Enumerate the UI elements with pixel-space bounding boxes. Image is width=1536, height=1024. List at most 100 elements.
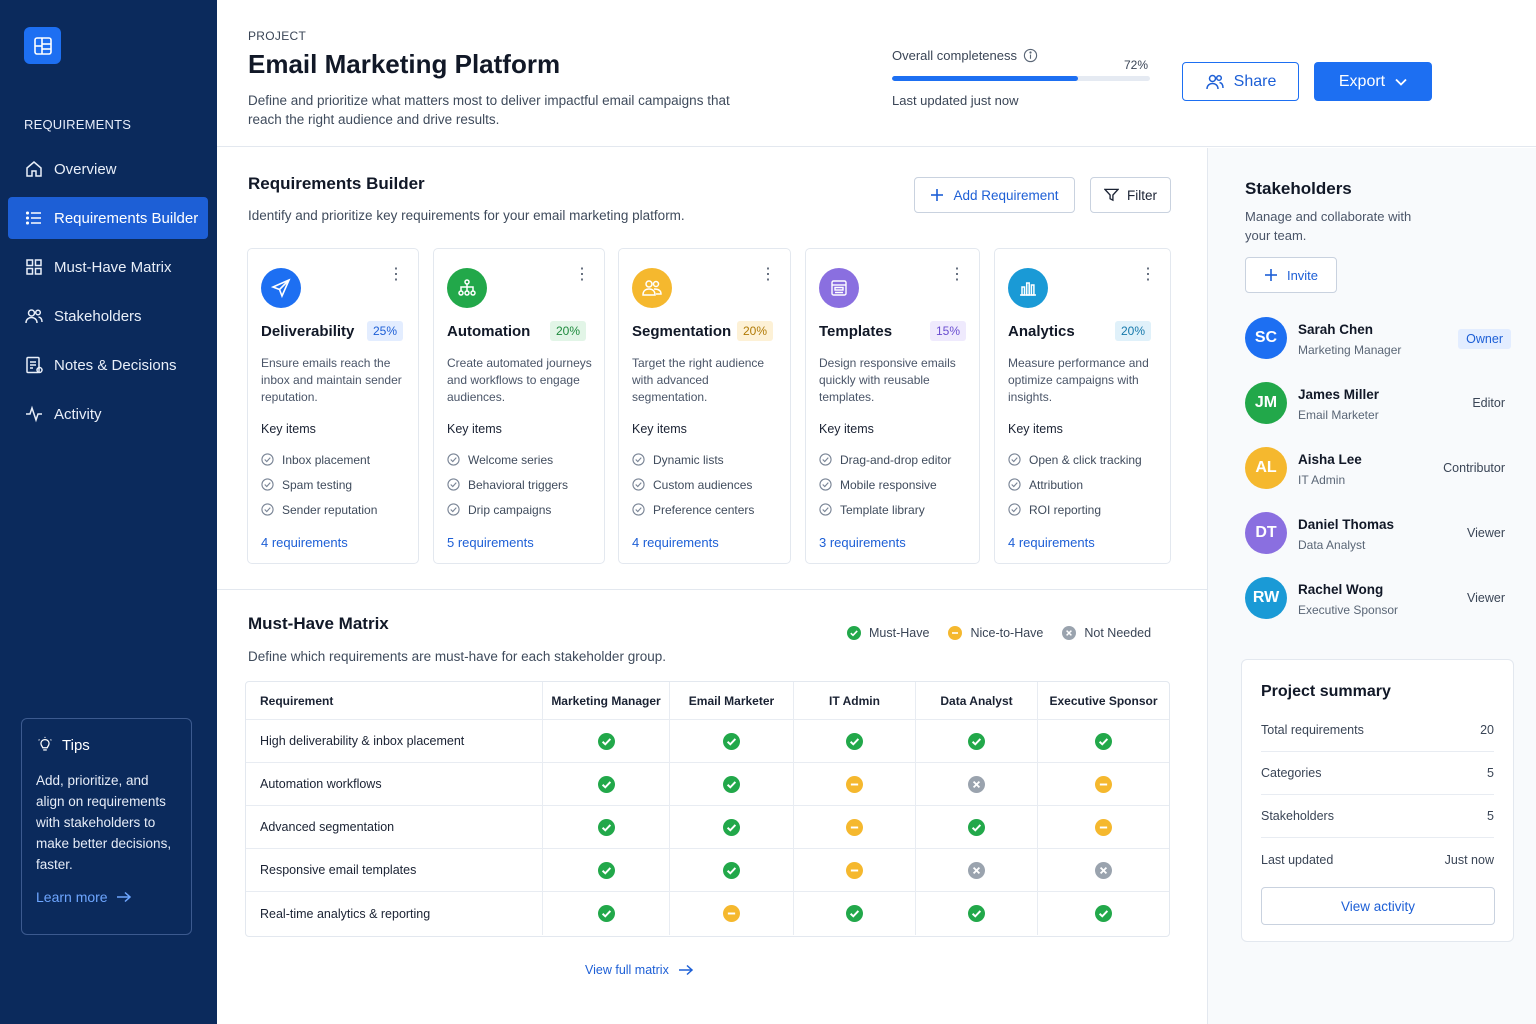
minus-circle-icon xyxy=(846,775,863,793)
info-icon[interactable] xyxy=(1023,48,1038,63)
matrix-cell-must[interactable] xyxy=(670,849,794,891)
stakeholder-role: Marketing Manager xyxy=(1298,343,1402,357)
sidebar-item-must-have-matrix[interactable]: Must-Have Matrix xyxy=(8,246,208,288)
matrix-cell-must[interactable] xyxy=(670,806,794,848)
stakeholder-item[interactable]: AL Aisha Lee IT Admin Contributor xyxy=(1245,447,1515,512)
matrix-cell-nice[interactable] xyxy=(794,806,916,848)
notes-icon xyxy=(26,356,43,374)
requirement-card-automation[interactable]: ⋮ Automation 20% Create automated journe… xyxy=(433,248,605,564)
matrix-cell-none[interactable] xyxy=(1038,849,1169,891)
permission-badge[interactable]: Viewer xyxy=(1467,526,1505,540)
requirements-count-link[interactable]: 4 requirements xyxy=(261,535,348,550)
sidebar-item-requirements-builder[interactable]: Requirements Builder xyxy=(8,197,208,239)
matrix-cell-must[interactable] xyxy=(543,763,670,805)
permission-badge[interactable]: Editor xyxy=(1472,396,1505,410)
matrix-cell-none[interactable] xyxy=(916,849,1038,891)
matrix-cell-must[interactable] xyxy=(794,892,916,935)
matrix-cell-must[interactable] xyxy=(543,720,670,762)
stakeholder-item[interactable]: DT Daniel Thomas Data Analyst Viewer xyxy=(1245,512,1515,577)
requirement-card-segmentation[interactable]: ⋮ Segmentation 20% Target the right audi… xyxy=(618,248,791,564)
stakeholder-item[interactable]: SC Sarah Chen Marketing Manager Owner xyxy=(1245,317,1515,382)
more-options-icon[interactable]: ⋮ xyxy=(388,267,404,283)
matrix-cell-must[interactable] xyxy=(543,892,670,935)
stakeholder-info: Rachel Wong Executive Sponsor xyxy=(1298,582,1398,617)
card-percent-badge: 15% xyxy=(930,321,967,341)
column-header: Marketing Manager xyxy=(543,682,670,719)
minus-circle-icon xyxy=(948,626,963,640)
requirements-count-link[interactable]: 4 requirements xyxy=(632,535,719,550)
learn-more-link[interactable]: Learn more xyxy=(36,889,177,905)
stakeholder-info: Aisha Lee IT Admin xyxy=(1298,452,1362,487)
view-activity-button[interactable]: View activity xyxy=(1261,887,1495,925)
matrix-cell-nice[interactable] xyxy=(670,892,794,935)
key-item: Template library xyxy=(819,497,951,522)
card-percent-badge: 20% xyxy=(737,321,774,341)
card-description: Target the right audience with advanced … xyxy=(632,356,765,404)
sidebar-item-activity[interactable]: Activity xyxy=(8,393,208,435)
matrix-cell-must[interactable] xyxy=(1038,720,1169,762)
matrix-cell-must[interactable] xyxy=(916,892,1038,935)
check-circle-icon xyxy=(632,503,645,516)
sidebar-item-label: Overview xyxy=(54,160,117,178)
category-icon xyxy=(261,268,301,308)
requirement-name: Real-time analytics & reporting xyxy=(246,892,543,935)
matrix-cell-nice[interactable] xyxy=(794,849,916,891)
card-percent-badge: 20% xyxy=(1115,321,1152,341)
matrix-cell-must[interactable] xyxy=(543,806,670,848)
matrix-cell-must[interactable] xyxy=(670,763,794,805)
add-requirement-label: Add Requirement xyxy=(953,187,1059,203)
requirements-count-link[interactable]: 5 requirements xyxy=(447,535,534,550)
stakeholder-item[interactable]: RW Rachel Wong Executive Sponsor Viewer xyxy=(1245,577,1515,642)
avatar: AL xyxy=(1245,447,1287,489)
matrix-cell-nice[interactable] xyxy=(794,763,916,805)
matrix-cell-must[interactable] xyxy=(670,720,794,762)
permission-badge[interactable]: Viewer xyxy=(1467,591,1505,605)
more-options-icon[interactable]: ⋮ xyxy=(949,267,965,283)
key-items-list: Inbox placement Spam testing Sender repu… xyxy=(261,447,377,522)
permission-badge[interactable]: Contributor xyxy=(1443,461,1505,475)
sidebar-item-overview[interactable]: Overview xyxy=(8,148,208,190)
stakeholder-item[interactable]: JM James Miller Email Marketer Editor xyxy=(1245,382,1515,447)
minus-circle-icon xyxy=(846,861,863,879)
more-options-icon[interactable]: ⋮ xyxy=(1140,267,1156,283)
export-button[interactable]: Export xyxy=(1314,62,1432,101)
column-header: Email Marketer xyxy=(670,682,794,719)
key-item: Welcome series xyxy=(447,447,568,472)
requirement-card-templates[interactable]: ⋮ Templates 15% Design responsive emails… xyxy=(805,248,980,564)
requirement-card-analytics[interactable]: ⋮ Analytics 20% Measure performance and … xyxy=(994,248,1171,564)
sidebar-section-label: REQUIREMENTS xyxy=(24,117,132,132)
requirements-count-link[interactable]: 4 requirements xyxy=(1008,535,1095,550)
check-circle-icon xyxy=(1095,905,1112,922)
matrix-cell-nice[interactable] xyxy=(1038,806,1169,848)
requirements-count-link[interactable]: 3 requirements xyxy=(819,535,906,550)
card-title: Segmentation xyxy=(632,323,732,340)
plus-icon xyxy=(931,189,944,201)
stakeholder-role: Executive Sponsor xyxy=(1298,603,1399,617)
matrix-cell-must[interactable] xyxy=(543,849,670,891)
more-options-icon[interactable]: ⋮ xyxy=(760,267,776,283)
matrix-cell-nice[interactable] xyxy=(1038,763,1169,805)
matrix-cell-must[interactable] xyxy=(1038,892,1169,935)
key-item: Dynamic lists xyxy=(632,447,754,472)
check-circle-icon xyxy=(632,478,645,491)
permission-badge[interactable]: Owner xyxy=(1458,329,1511,349)
completeness-progress-bar xyxy=(892,76,1150,81)
filter-button[interactable]: Filter xyxy=(1090,177,1171,213)
summary-value: 20 xyxy=(1480,723,1494,737)
add-requirement-button[interactable]: Add Requirement xyxy=(914,177,1075,213)
app-logo[interactable] xyxy=(24,27,61,64)
view-full-matrix-link[interactable]: View full matrix xyxy=(585,963,694,977)
matrix-row: Advanced segmentation xyxy=(246,806,1169,849)
more-options-icon[interactable]: ⋮ xyxy=(574,267,590,283)
matrix-cell-must[interactable] xyxy=(916,720,1038,762)
key-items-list: Dynamic lists Custom audiences Preferenc… xyxy=(632,447,754,522)
sidebar-item-stakeholders[interactable]: Stakeholders xyxy=(8,295,208,337)
invite-button[interactable]: Invite xyxy=(1245,257,1337,293)
card-description: Create automated journeys and workflows … xyxy=(447,356,592,404)
sidebar-item-notes-decisions[interactable]: Notes & Decisions xyxy=(8,344,208,386)
share-button[interactable]: Share xyxy=(1182,62,1299,101)
matrix-cell-none[interactable] xyxy=(916,763,1038,805)
matrix-cell-must[interactable] xyxy=(916,806,1038,848)
requirement-card-deliverability[interactable]: ⋮ Deliverability 25% Ensure emails reach… xyxy=(247,248,419,564)
matrix-cell-must[interactable] xyxy=(794,720,916,762)
